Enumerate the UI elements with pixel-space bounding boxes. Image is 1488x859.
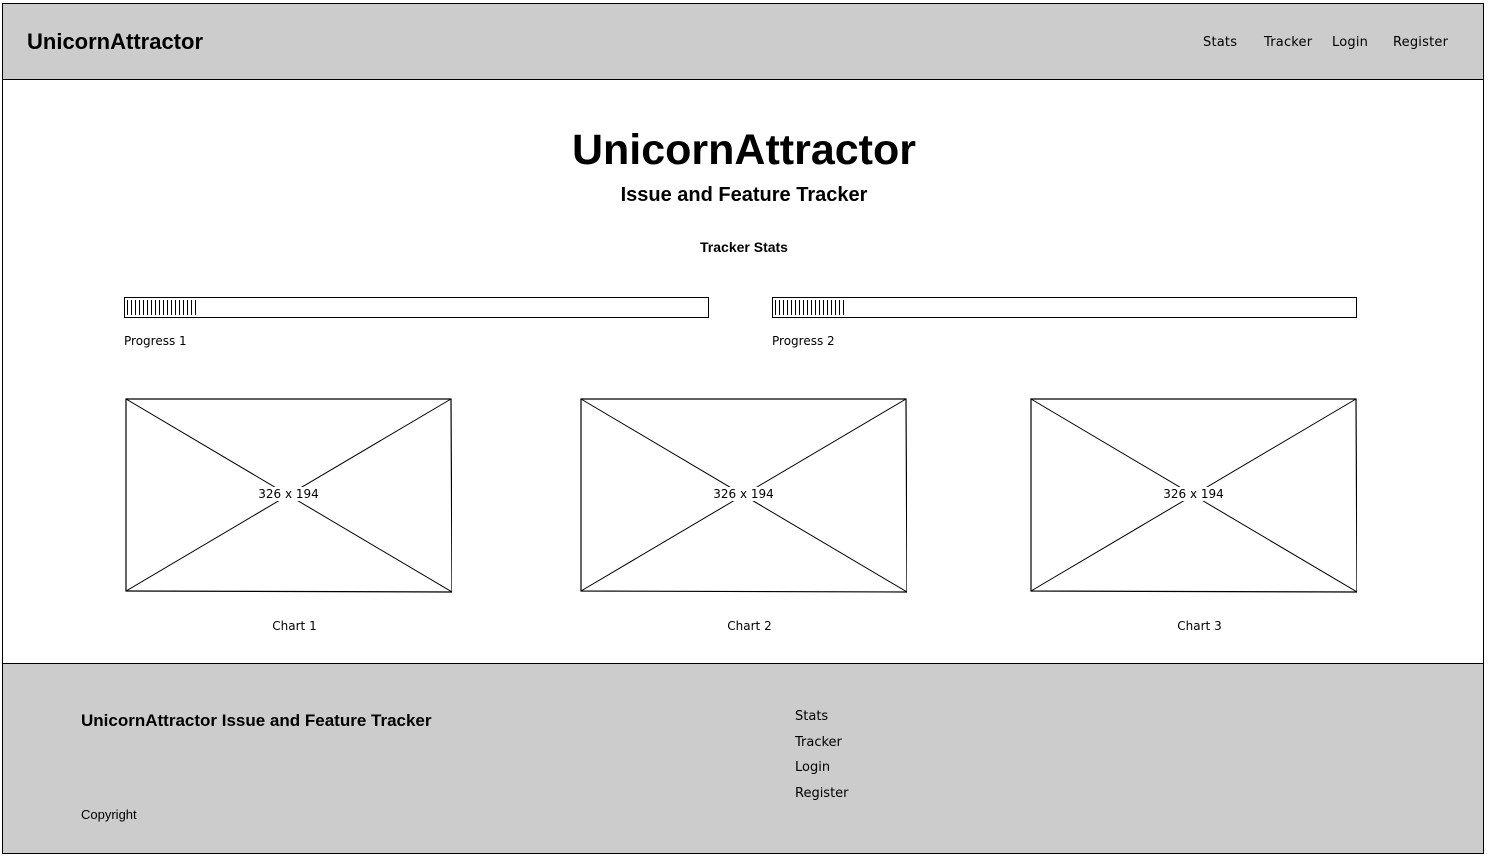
progress-bar-1 <box>124 297 709 318</box>
top-navbar: UnicornAttractor Stats Tracker Login Reg… <box>2 3 1484 80</box>
hero-title: UnicornAttractor <box>571 126 917 174</box>
footer-link-register[interactable]: Register <box>795 786 849 801</box>
nav-login-link[interactable]: Login <box>1332 35 1368 50</box>
chart-caption-2: Chart 2 <box>727 619 772 633</box>
brand-logo[interactable]: UnicornAttractor <box>27 29 203 55</box>
chart-placeholder-2: 326 x 194 <box>580 398 907 593</box>
chart-dimensions-3: 326 x 194 <box>1161 487 1226 501</box>
chart-dimensions-2: 326 x 194 <box>711 487 776 501</box>
footer-link-tracker[interactable]: Tracker <box>795 735 842 750</box>
progress-fill-1 <box>127 300 196 315</box>
footer-link-stats[interactable]: Stats <box>795 709 828 724</box>
footer-title: UnicornAttractor Issue and Feature Track… <box>81 711 432 730</box>
tracker-stats-heading: Tracker Stats <box>700 239 788 255</box>
footer: UnicornAttractor Issue and Feature Track… <box>2 663 1484 854</box>
nav-tracker-link[interactable]: Tracker <box>1264 35 1312 50</box>
footer-link-login[interactable]: Login <box>795 760 830 775</box>
progress-fill-2 <box>775 300 844 315</box>
chart-dimensions-1: 326 x 194 <box>256 487 321 501</box>
chart-caption-3: Chart 3 <box>1177 619 1222 633</box>
progress-label-1: Progress 1 <box>124 334 187 348</box>
chart-placeholder-1: 326 x 194 <box>125 398 452 593</box>
progress-bar-2 <box>772 297 1357 318</box>
chart-placeholder-3: 326 x 194 <box>1030 398 1357 593</box>
nav-register-link[interactable]: Register <box>1393 35 1448 50</box>
chart-caption-1: Chart 1 <box>272 619 317 633</box>
page: UnicornAttractor Stats Tracker Login Reg… <box>0 0 1488 859</box>
hero-subtitle: Issue and Feature Tracker <box>620 184 868 206</box>
nav-stats-link[interactable]: Stats <box>1203 35 1237 50</box>
progress-label-2: Progress 2 <box>772 334 835 348</box>
footer-copyright: Copyright <box>81 807 137 822</box>
